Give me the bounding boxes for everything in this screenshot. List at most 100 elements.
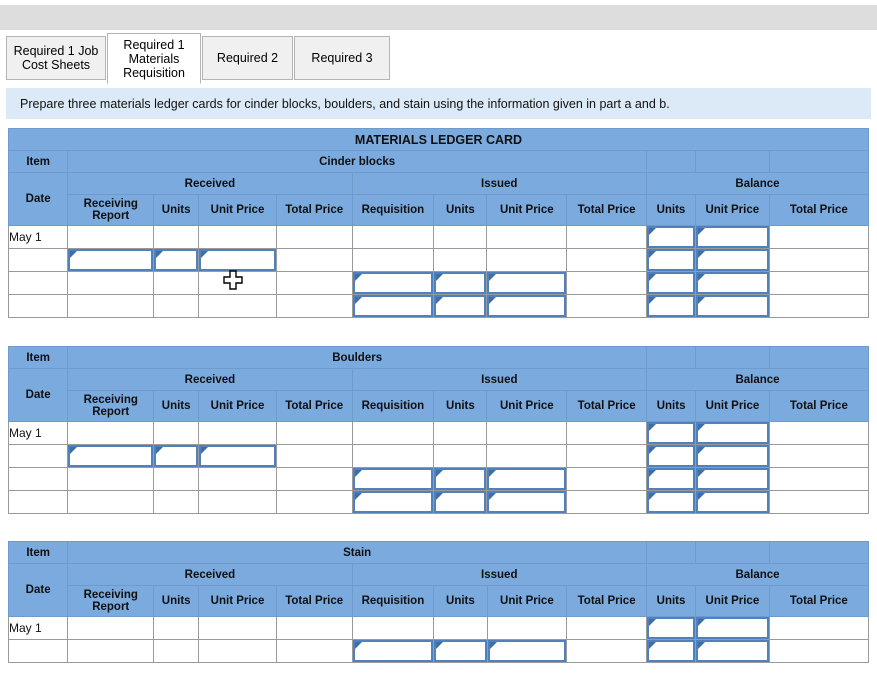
input-balance-units[interactable]	[647, 295, 695, 317]
input-requisition[interactable]	[353, 491, 434, 513]
cell-requisition[interactable]	[352, 491, 434, 514]
cell-received-units	[154, 491, 199, 514]
cell-balance-units[interactable]	[646, 249, 695, 272]
input-balance-units[interactable]	[647, 617, 695, 639]
input-balance-unit-price[interactable]	[696, 272, 769, 294]
input-balance-unit-price[interactable]	[696, 295, 769, 317]
cell-received-units[interactable]	[154, 445, 199, 468]
input-received-units[interactable]	[154, 249, 198, 271]
input-balance-units[interactable]	[647, 249, 695, 271]
input-balance-unit-price[interactable]	[696, 422, 769, 444]
cell-balance-units[interactable]	[646, 295, 695, 318]
input-balance-units[interactable]	[647, 422, 695, 444]
input-issued-units[interactable]	[434, 491, 486, 513]
cell-issued-total-price	[567, 422, 647, 445]
cell-balance-units[interactable]	[647, 445, 696, 468]
cell-received-units[interactable]	[154, 249, 199, 272]
col-header-balance-units: Units	[646, 195, 695, 226]
input-balance-unit-price[interactable]	[696, 468, 769, 490]
input-balance-unit-price[interactable]	[696, 617, 769, 639]
cell-balance-unit-price[interactable]	[696, 422, 770, 445]
input-issued-units[interactable]	[434, 468, 486, 490]
input-issued-unit-price[interactable]	[487, 491, 566, 513]
cell-requisition[interactable]	[352, 640, 434, 663]
item-row-spacer-3	[769, 542, 868, 564]
col-header-issued-units-text: Units	[446, 204, 475, 216]
cell-received-total-price	[276, 226, 352, 249]
cell-received-total-price	[276, 249, 352, 272]
input-requisition[interactable]	[353, 468, 434, 490]
cell-balance-units[interactable]	[647, 468, 696, 491]
cell-issued-units[interactable]	[434, 272, 487, 295]
cell-issued-unit-price[interactable]	[487, 272, 567, 295]
col-header-requisition-text: Requisition	[362, 595, 425, 607]
input-requisition[interactable]	[353, 295, 434, 317]
input-balance-unit-price[interactable]	[696, 226, 769, 248]
cell-balance-unit-price[interactable]	[695, 272, 769, 295]
input-balance-unit-price[interactable]	[696, 640, 769, 662]
col-header-issued-units: Units	[434, 391, 487, 422]
input-balance-units[interactable]	[647, 445, 695, 467]
cell-receiving-report[interactable]	[68, 445, 154, 468]
cell-issued-units[interactable]	[434, 491, 487, 514]
input-receiving-report[interactable]	[68, 249, 153, 271]
cell-balance-unit-price[interactable]	[695, 295, 769, 318]
input-issued-units[interactable]	[434, 272, 486, 294]
cell-balance-unit-price[interactable]	[696, 491, 770, 514]
cell-issued-unit-price[interactable]	[487, 640, 567, 663]
cell-requisition[interactable]	[352, 468, 434, 491]
cell-issued-units[interactable]	[434, 640, 487, 663]
input-balance-units[interactable]	[647, 226, 695, 248]
input-received-unit-price[interactable]	[199, 249, 276, 271]
tab-strip: Required 1 Job Cost Sheets Required 1 Ma…	[0, 30, 877, 86]
cell-balance-units[interactable]	[647, 640, 696, 663]
item-row-spacer-3	[769, 347, 868, 369]
cell-issued-unit-price[interactable]	[487, 468, 567, 491]
input-received-unit-price[interactable]	[199, 445, 276, 467]
input-issued-units[interactable]	[434, 640, 486, 662]
input-received-units[interactable]	[154, 445, 198, 467]
input-balance-unit-price[interactable]	[696, 249, 769, 271]
tab-required-3[interactable]: Required 3	[294, 36, 390, 80]
input-issued-unit-price[interactable]	[488, 640, 567, 662]
tab-required-1-job-cost-sheets[interactable]: Required 1 Job Cost Sheets	[6, 36, 106, 80]
input-balance-units[interactable]	[647, 468, 695, 490]
input-balance-units[interactable]	[647, 272, 695, 294]
cell-requisition[interactable]	[352, 295, 434, 318]
cell-balance-unit-price[interactable]	[695, 226, 769, 249]
cell-received-unit-price[interactable]	[199, 445, 277, 468]
input-issued-unit-price[interactable]	[487, 468, 566, 490]
item-row-spacer-2	[695, 151, 769, 173]
cell-balance-units[interactable]	[647, 617, 696, 640]
col-header-issued-unit-price: Unit Price	[487, 195, 567, 226]
input-requisition[interactable]	[353, 272, 434, 294]
cell-requisition[interactable]	[352, 272, 434, 295]
input-requisition[interactable]	[353, 640, 434, 662]
input-issued-unit-price[interactable]	[487, 295, 566, 317]
cell-balance-units[interactable]	[646, 272, 695, 295]
tab-required-1-materials-requisition[interactable]: Required 1 Materials Requisition	[107, 33, 201, 84]
cell-balance-unit-price[interactable]	[696, 468, 770, 491]
cell-balance-unit-price[interactable]	[695, 249, 769, 272]
input-balance-unit-price[interactable]	[696, 491, 769, 513]
cell-balance-unit-price[interactable]	[696, 617, 770, 640]
cell-balance-units[interactable]	[647, 491, 696, 514]
cell-balance-unit-price[interactable]	[696, 640, 770, 663]
cell-issued-units[interactable]	[434, 295, 487, 318]
input-balance-units[interactable]	[647, 640, 695, 662]
cell-balance-units[interactable]	[647, 422, 696, 445]
cell-balance-units[interactable]	[646, 226, 695, 249]
input-balance-units[interactable]	[647, 491, 695, 513]
input-balance-unit-price[interactable]	[696, 445, 769, 467]
input-receiving-report[interactable]	[68, 445, 153, 467]
cell-issued-unit-price[interactable]	[487, 491, 567, 514]
cell-issued-unit-price[interactable]	[487, 295, 567, 318]
cell-receiving-report[interactable]	[68, 249, 154, 272]
cell-balance-unit-price[interactable]	[696, 445, 770, 468]
input-issued-units[interactable]	[434, 295, 486, 317]
tab-required-2[interactable]: Required 2	[202, 36, 293, 80]
input-issued-unit-price[interactable]	[487, 272, 566, 294]
date-cell	[9, 272, 68, 295]
cell-received-unit-price[interactable]	[199, 249, 277, 272]
cell-issued-units[interactable]	[434, 468, 487, 491]
